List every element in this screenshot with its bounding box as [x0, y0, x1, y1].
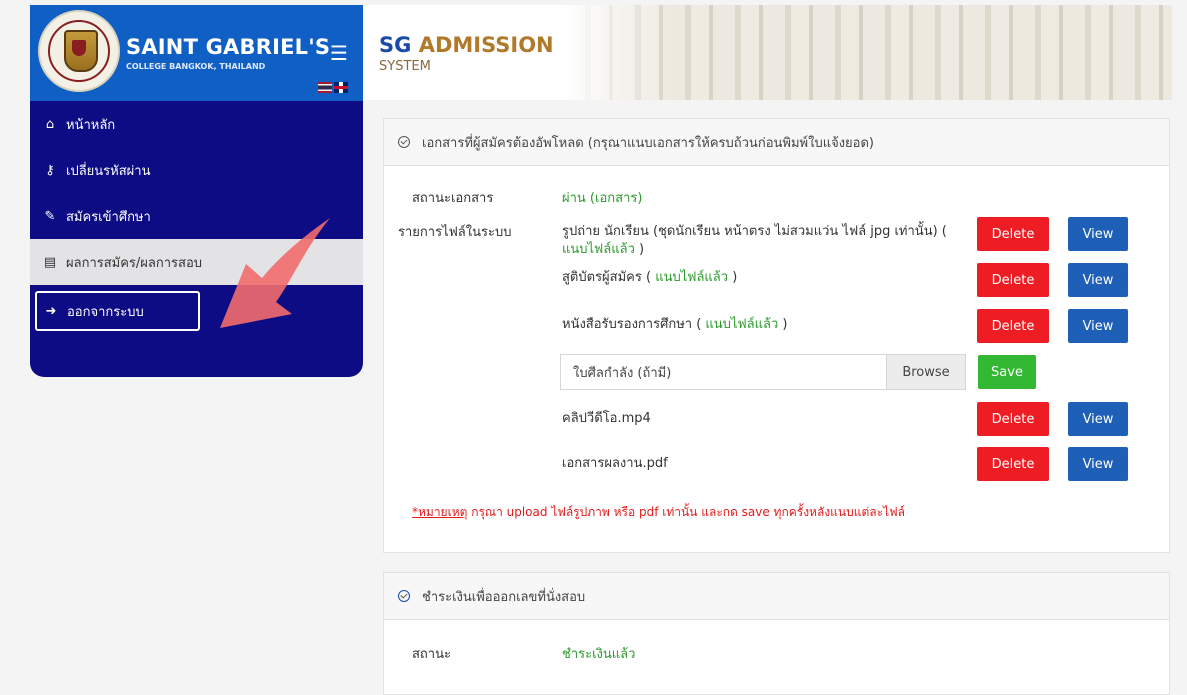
save-button[interactable]: Save: [978, 355, 1036, 389]
file-item-photo: รูปถ่าย นักเรียน (ชุดนักเรียน หน้าตรง ไม…: [562, 223, 962, 259]
documents-card-header: เอกสารที่ผู้สมัครต้องอัพโหลด (กรุณาแนบเอ…: [384, 119, 1169, 166]
payment-card-header: ชำระเงินเพื่อออกเลขที่นั่งสอบ: [384, 573, 1169, 620]
language-switcher: [318, 82, 348, 93]
file-item-portfolio: เอกสารผลงาน.pdf: [562, 456, 668, 471]
system-title: SG ADMISSION: [379, 33, 554, 57]
attached-status: แนบไฟล์แล้ว: [562, 242, 635, 257]
file-name-text: สูติบัตรผู้สมัคร (: [562, 270, 652, 285]
payment-status-label: สถานะ: [412, 647, 451, 662]
sidebar-item-label: ผลการสมัคร/ผลการสอบ: [66, 255, 203, 271]
check-circle-icon: [398, 590, 410, 602]
delete-portfolio-button[interactable]: Delete: [977, 447, 1049, 481]
delete-education-certificate-button[interactable]: Delete: [977, 309, 1049, 343]
sign-out-icon: ➜: [45, 303, 57, 319]
file-name-text: หนังสือรับรองการศึกษา (: [562, 317, 702, 332]
sidebar-menu: ⌂ หน้าหลัก ⚷ เปลี่ยนรหัสผ่าน ✎ สมัครเข้า…: [30, 101, 363, 331]
brand-subtitle: COLLEGE BANGKOK, THAILAND: [126, 62, 266, 71]
brand-name: SAINT GABRIEL'S: [126, 35, 331, 59]
delete-video-button[interactable]: Delete: [977, 402, 1049, 436]
attached-status: แนบไฟล์แล้ว: [651, 270, 729, 285]
documents-card-title: เอกสารที่ผู้สมัครต้องอัพโหลด (กรุณาแนบเอ…: [422, 135, 874, 151]
payment-card: ชำระเงินเพื่อออกเลขที่นั่งสอบ สถานะ ชำระ…: [383, 572, 1170, 695]
view-video-button[interactable]: View: [1068, 402, 1128, 436]
upload-note: *หมายเหตุ กรุณา upload ไฟล์รูปภาพ หรือ p…: [412, 503, 905, 522]
header: SG ADMISSION SYSTEM: [363, 5, 1172, 100]
note-text: กรุณา upload ไฟล์รูปภาพ หรือ pdf เท่านั้…: [467, 505, 905, 519]
document-status-label: สถานะเอกสาร: [412, 191, 494, 206]
file-item-education-certificate: หนังสือรับรองการศึกษา ( แนบไฟล์แล้ว ): [562, 316, 788, 334]
document-status-value: ผ่าน (เอกสาร): [562, 191, 643, 206]
file-name-suffix: ): [728, 270, 738, 285]
view-photo-button[interactable]: View: [1068, 217, 1128, 251]
file-item-birth-certificate: สูติบัตรผู้สมัคร ( แนบไฟล์แล้ว ): [562, 269, 737, 287]
note-prefix: *หมายเหตุ: [412, 505, 468, 519]
brand-bar: SAINT GABRIEL'S COLLEGE BANGKOK, THAILAN…: [30, 5, 363, 101]
documents-card: เอกสารที่ผู้สมัครต้องอัพโหลด (กรุณาแนบเอ…: [383, 118, 1170, 553]
file-upload-placeholder[interactable]: ใบศีลกำลัง (ถ้ามี): [561, 355, 886, 389]
file-upload-field[interactable]: ใบศีลกำลัง (ถ้ามี) Browse: [560, 354, 966, 390]
check-circle-icon: [398, 136, 410, 148]
title-admission: ADMISSION: [418, 33, 554, 57]
attached-status: แนบไฟล์แล้ว: [701, 317, 779, 332]
sidebar-item-logout[interactable]: ➜ ออกจากระบบ: [35, 291, 200, 331]
sidebar: SAINT GABRIEL'S COLLEGE BANGKOK, THAILAN…: [30, 5, 363, 377]
payment-status-value: ชำระเงินแล้ว: [562, 647, 636, 662]
sidebar-item-label: หน้าหลัก: [66, 117, 116, 133]
sidebar-item-label: สมัครเข้าศึกษา: [66, 209, 151, 225]
view-education-certificate-button[interactable]: View: [1068, 309, 1128, 343]
sidebar-item-home[interactable]: ⌂ หน้าหลัก: [30, 101, 363, 147]
file-name-suffix: ): [778, 317, 788, 332]
uk-flag-icon[interactable]: [334, 82, 348, 93]
edit-icon: ✎: [44, 208, 56, 224]
sidebar-item-change-password[interactable]: ⚷ เปลี่ยนรหัสผ่าน: [30, 147, 363, 193]
file-item-video: คลิปวีดีโอ.mp4: [562, 411, 651, 426]
home-icon: ⌂: [45, 116, 55, 132]
system-subtitle: SYSTEM: [379, 59, 431, 74]
sidebar-item-apply[interactable]: ✎ สมัครเข้าศึกษา: [30, 193, 363, 239]
view-birth-certificate-button[interactable]: View: [1068, 263, 1128, 297]
payment-card-title: ชำระเงินเพื่อออกเลขที่นั่งสอบ: [422, 589, 586, 605]
delete-birth-certificate-button[interactable]: Delete: [977, 263, 1049, 297]
view-portfolio-button[interactable]: View: [1068, 447, 1128, 481]
thai-flag-icon[interactable]: [318, 82, 332, 93]
sidebar-item-label: ออกจากระบบ: [67, 304, 144, 320]
browse-button[interactable]: Browse: [886, 355, 965, 389]
list-icon: ▤: [43, 254, 57, 270]
college-seal-logo[interactable]: [38, 10, 120, 92]
delete-photo-button[interactable]: Delete: [977, 217, 1049, 251]
hamburger-menu-icon[interactable]: ☰: [330, 43, 348, 63]
seal-shield: [64, 30, 98, 72]
file-name-text: รูปถ่าย นักเรียน (ชุดนักเรียน หน้าตรง ไม…: [562, 224, 947, 239]
sidebar-item-results[interactable]: ▤ ผลการสมัคร/ผลการสอบ: [30, 239, 363, 285]
key-icon: ⚷: [45, 162, 55, 178]
files-list-label: รายการไฟล์ในระบบ: [398, 225, 512, 240]
header-banner-photo: [563, 5, 1172, 100]
file-name-suffix: ): [634, 242, 645, 257]
title-sg: SG: [379, 33, 412, 57]
sidebar-item-label: เปลี่ยนรหัสผ่าน: [66, 163, 151, 179]
